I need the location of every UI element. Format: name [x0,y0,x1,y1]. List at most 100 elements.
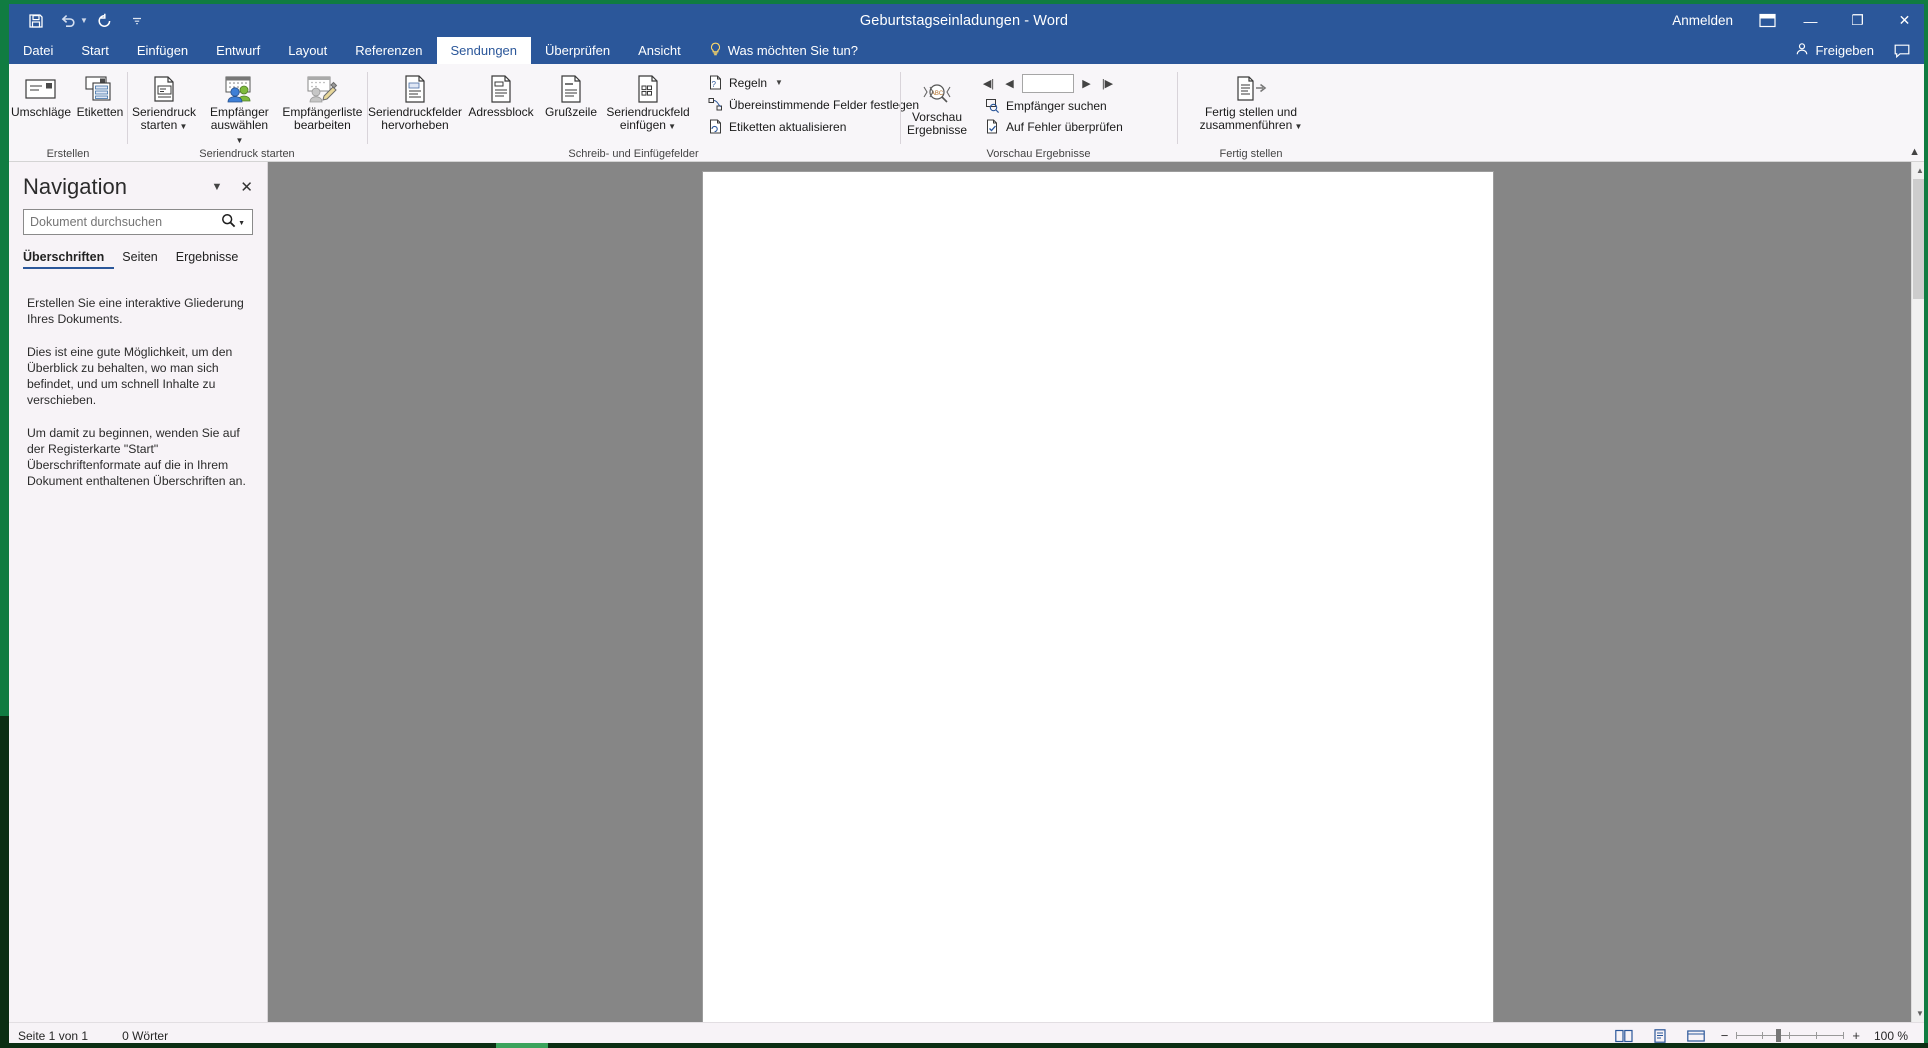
navigation-pane: Navigation ▼ ✕ ▼ Überschriften Seiten [0,162,268,1022]
chevron-down-icon[interactable]: ▼ [212,181,223,193]
find-recipient-icon [984,98,1000,114]
zoom-thumb[interactable] [1776,1029,1782,1042]
last-record-icon[interactable]: |▶ [1099,74,1116,93]
grusszeile-button[interactable]: Grußzeile [539,69,603,119]
nav-tab-seiten[interactable]: Seiten [122,250,175,269]
tab-layout[interactable]: Layout [274,37,341,64]
previous-record-icon[interactable]: ◀ [1001,74,1018,93]
update-labels-icon [707,119,723,135]
regeln-label: Regeln [729,75,768,90]
page-indicator[interactable]: Seite 1 von 1 [18,1029,88,1043]
etiketten-button[interactable]: Etiketten [73,69,127,119]
navigation-pane-body: Erstellen Sie eine interaktive Gliederun… [9,269,267,506]
umschlaege-button[interactable]: Umschläge [9,69,73,119]
navigation-pane-tabs: Überschriften Seiten Ergebnisse [9,235,267,269]
zoom-slider[interactable]: − + [1721,1028,1860,1043]
zoom-level[interactable]: 100 % [1874,1029,1908,1043]
zoom-in-button[interactable]: + [1852,1028,1860,1043]
ribbon-group-seriendruck-starten: Seriendruck starten ▼ Empfänger auswähle… [127,64,367,162]
share-button[interactable]: Freigeben [1787,42,1882,59]
nav-help-paragraph: Dies ist eine gute Möglichkeit, um den Ü… [27,345,233,407]
tell-me-box[interactable]: Was möchten Sie tun? [695,37,858,64]
etiketten-label: Etiketten [76,105,124,119]
zoom-out-button[interactable]: − [1721,1028,1729,1043]
comments-icon[interactable] [1886,44,1918,58]
empfaenger-auswaehlen-button[interactable]: Empfänger auswählen ▼ [201,69,278,147]
person-icon [1795,42,1809,59]
tab-ansicht[interactable]: Ansicht [624,37,695,64]
redo-icon[interactable] [90,8,120,34]
schreibfelder-small-commands: ? Regeln ▼ Übereinstimmende Felder festl… [693,69,927,136]
group-label-seriendruck-starten: Seriendruck starten [199,148,295,160]
close-icon[interactable]: ✕ [240,180,253,195]
etiketten-aktualisieren-button[interactable]: Etiketten aktualisieren [703,117,923,136]
empfaengerliste-bearbeiten-button[interactable]: Empfängerliste bearbeiten [278,69,367,132]
edit-recipients-icon [305,72,339,106]
chevron-down-icon[interactable]: ▼ [238,220,245,227]
print-layout-icon[interactable] [1649,1027,1671,1045]
start-mailmerge-icon [148,72,180,106]
fertig-stellen-und-zusammenfuehren-button[interactable]: Fertig stellen und zusammenführen ▼ [1186,69,1316,133]
group-label-schreibfelder: Schreib- und Einfügefelder [568,148,699,160]
auf-fehler-ueberpruefen-button[interactable]: Auf Fehler überprüfen [980,117,1127,136]
window-border-bottom [0,1043,1928,1048]
empfaenger-suchen-button[interactable]: Empfänger suchen [980,96,1127,115]
first-record-icon[interactable]: ◀| [980,74,997,93]
ribbon-display-options-icon[interactable] [1747,13,1787,28]
nav-tab-ergebnisse[interactable]: Ergebnisse [176,250,257,269]
seriendruck-starten-button[interactable]: Seriendruck starten ▼ [127,69,201,133]
next-record-icon[interactable]: ▶ [1078,74,1095,93]
share-label: Freigeben [1815,43,1874,58]
ribbon-tab-strip: Datei Start Einfügen Entwurf Layout Refe… [0,37,1928,64]
nav-tab-ueberschriften[interactable]: Überschriften [23,250,115,269]
zoom-track[interactable] [1736,1029,1845,1042]
search-icon-group[interactable]: ▼ [221,213,245,233]
envelope-icon [24,72,58,106]
tab-einfuegen[interactable]: Einfügen [123,37,202,64]
chevron-down-icon[interactable]: ▼ [775,78,783,87]
document-canvas[interactable]: ▲ ▼ [268,162,1928,1022]
minimize-button[interactable]: — [1787,4,1834,37]
seriendruckfelder-hervorheben-label: Seriendruckfelder hervorheben [367,105,463,132]
seriendruck-starten-label: Seriendruck starten ▼ [131,105,197,132]
tab-entwurf[interactable]: Entwurf [202,37,274,64]
quick-access-toolbar: ▼ [21,8,152,34]
tab-start[interactable]: Start [67,37,122,64]
seriendruckfeld-einfuegen-button[interactable]: Seriendruckfeld einfügen ▼ [603,69,693,133]
close-button[interactable]: ✕ [1881,4,1928,37]
maximize-button[interactable]: ❐ [1834,4,1881,37]
navigation-pane-title: Navigation [23,174,127,199]
navigation-pane-header: Navigation ▼ ✕ [9,162,267,206]
uebereinstimmende-felder-button[interactable]: Übereinstimmende Felder festlegen [703,95,923,114]
undo-icon[interactable] [53,8,83,34]
tab-sendungen[interactable]: Sendungen [436,37,532,64]
insert-merge-field-icon [633,72,663,106]
adressblock-button[interactable]: Adressblock [463,69,539,119]
document-page[interactable] [702,171,1494,1022]
vorschau-ergebnisse-button[interactable]: ABC Vorschau Ergebnisse [900,69,974,137]
word-count[interactable]: 0 Wörter [122,1029,168,1043]
record-number-input[interactable] [1022,73,1074,93]
search-icon[interactable] [221,213,236,233]
search-input[interactable] [23,209,253,235]
customize-qat-icon[interactable] [122,8,152,34]
tab-ueberpruefen[interactable]: Überprüfen [531,37,624,64]
seriendruckfelder-hervorheben-button[interactable]: Seriendruckfelder hervorheben [367,69,463,132]
adressblock-label: Adressblock [468,105,534,119]
save-icon[interactable] [21,8,51,34]
umschlaege-label: Umschläge [10,105,72,119]
collapse-ribbon-icon[interactable]: ▲ [1909,146,1920,158]
read-mode-icon[interactable] [1613,1027,1635,1045]
grusszeile-label: Grußzeile [544,105,597,119]
empfaengerliste-bearbeiten-label: Empfängerliste bearbeiten [282,105,363,132]
signin-button[interactable]: Anmelden [1658,13,1747,28]
tab-datei[interactable]: Datei [9,37,67,64]
regeln-button[interactable]: ? Regeln ▼ [703,73,923,92]
web-layout-icon[interactable] [1685,1027,1707,1045]
auf-fehler-ueberpruefen-label: Auf Fehler überprüfen [1006,119,1123,134]
undo-dropdown-icon[interactable]: ▼ [80,16,88,25]
nav-help-paragraph: Erstellen Sie eine interaktive Gliederun… [27,296,244,326]
match-fields-icon [707,97,723,113]
check-errors-icon [984,119,1000,135]
tab-referenzen[interactable]: Referenzen [341,37,436,64]
